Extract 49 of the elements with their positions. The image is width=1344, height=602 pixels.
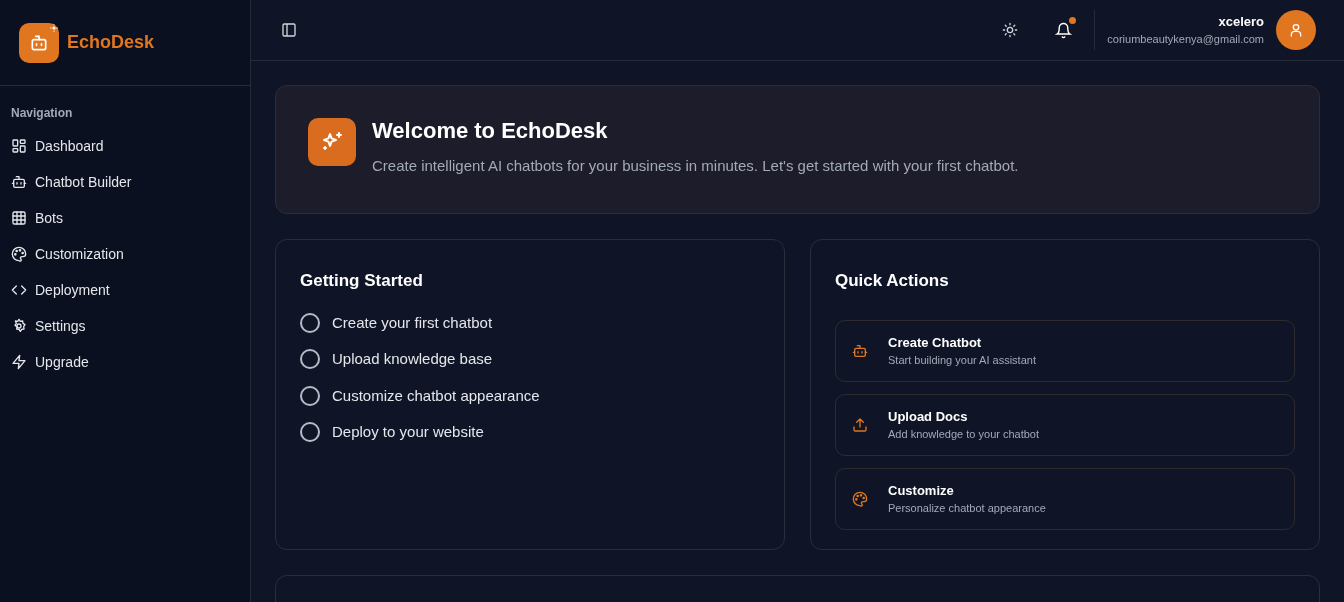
notifications-button[interactable] [1052, 19, 1075, 41]
nav-item[interactable]: Dashboard [11, 128, 239, 164]
user-name: xcelero [1218, 13, 1264, 31]
card-title: Getting Started [300, 270, 424, 292]
nav-item[interactable]: Chatbot Builder [11, 164, 239, 200]
step-checkbox[interactable] [300, 385, 320, 406]
brand-name: EchoDesk [67, 31, 155, 54]
bell-icon [1054, 21, 1072, 39]
welcome-subtitle: Create intelligent AI chatbots for your business in minutes. Let's get started with your first chatbot. [372, 155, 1019, 176]
step-label: Create your first chatbot [332, 312, 493, 333]
quick-action-button[interactable]: Create Chatbot Start building your AI assistant [835, 319, 1295, 382]
grid-icon [11, 138, 27, 154]
robot-icon [852, 342, 868, 359]
nav-item[interactable]: Bots [11, 200, 239, 236]
step-label: Upload knowledge base [332, 349, 493, 369]
code-icon [11, 282, 27, 298]
action-title: Customize [888, 481, 955, 500]
step-checkbox[interactable] [300, 349, 320, 370]
action-description: Personalize chatbot appearance [888, 500, 1046, 516]
avatar-button[interactable] [1276, 10, 1316, 50]
step-checkbox[interactable] [300, 422, 320, 443]
action-description: Start building your AI assistant [888, 352, 1036, 368]
action-title: Create Chatbot [888, 333, 983, 352]
step-checkbox[interactable] [300, 312, 320, 333]
nav-item[interactable]: Settings [11, 308, 239, 344]
table-icon [11, 210, 27, 226]
section-label: Navigation [11, 105, 74, 122]
lightning-icon [11, 354, 27, 370]
step-label: Customize chatbot appearance [332, 385, 540, 406]
sparkles-icon [308, 118, 356, 166]
quick-action-button[interactable]: Customize Personalize chatbot appearance [835, 467, 1295, 530]
welcome-title: Welcome to EchoDesk [372, 116, 609, 145]
sidebar-toggle-icon[interactable] [279, 20, 299, 40]
action-title: Upload Docs [888, 407, 969, 426]
settings-icon [11, 318, 27, 334]
robot-icon [11, 174, 27, 190]
card-title: Quick Actions [835, 270, 950, 292]
action-description: Add knowledge to your chatbot [888, 426, 1040, 442]
user-email: coriumbeautykenya@gmail.com [1107, 32, 1264, 47]
nav-item[interactable]: Customization [11, 236, 239, 272]
nav-item[interactable]: Upgrade [11, 344, 239, 380]
palette-icon [852, 490, 868, 507]
upload-icon [852, 416, 868, 433]
quick-action-button[interactable]: Upload Docs Add knowledge to your chatbot [835, 393, 1295, 456]
user-icon [1288, 22, 1304, 38]
nav-item[interactable]: Deployment [11, 272, 239, 308]
step-label: Deploy to your website [332, 422, 484, 442]
palette-icon [11, 246, 27, 262]
logo-icon [19, 22, 59, 63]
